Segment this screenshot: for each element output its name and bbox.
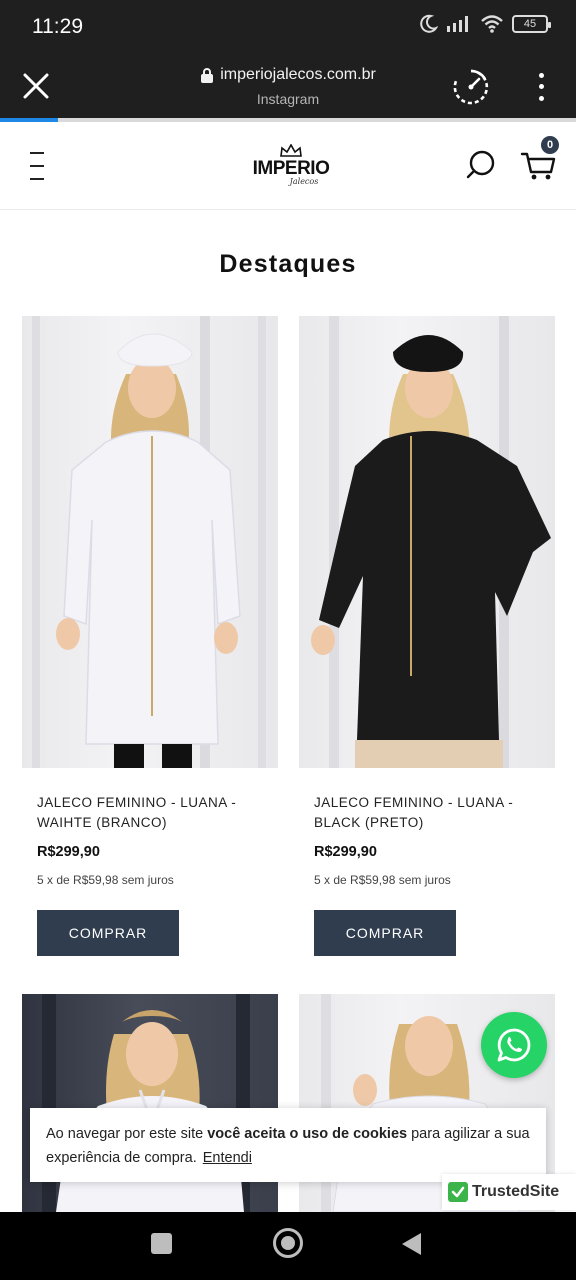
- product-price: R$299,90: [314, 844, 377, 860]
- section-title: Destaques: [219, 250, 357, 278]
- product-price: R$299,90: [37, 844, 100, 860]
- hamburger-icon: [30, 152, 44, 154]
- search-icon: [466, 150, 495, 179]
- trustedsite-badge[interactable]: TrustedSite: [442, 1174, 576, 1210]
- buy-button[interactable]: COMPRAR: [314, 910, 456, 956]
- product-image[interactable]: [299, 316, 555, 768]
- battery-icon: 45: [512, 15, 551, 33]
- model-photo: [311, 316, 551, 768]
- cart-count-badge: 0: [541, 136, 559, 154]
- wifi-icon: [481, 15, 503, 33]
- buy-button[interactable]: COMPRAR: [37, 910, 179, 956]
- whatsapp-button[interactable]: [481, 1012, 547, 1078]
- product-name[interactable]: JALECO FEMININO - LUANA - BLACK (PRETO): [314, 793, 544, 833]
- more-options-button[interactable]: [530, 70, 552, 104]
- screen: 11:29 45 imperiojalecos.com.br Instagram: [0, 0, 576, 1280]
- status-bar: 11:29 45: [0, 0, 576, 54]
- home-button[interactable]: [273, 1228, 303, 1258]
- status-time: 11:29: [32, 15, 83, 38]
- menu-button[interactable]: [30, 152, 50, 180]
- whatsapp-icon: [497, 1028, 531, 1062]
- cookie-banner: Ao navegar por este site você aceita o u…: [30, 1108, 546, 1182]
- url-text: imperiojalecos.com.br: [220, 66, 376, 83]
- cookie-accept-link[interactable]: Entendi: [203, 1150, 252, 1166]
- speed-button[interactable]: [452, 68, 490, 106]
- speedometer-icon: [453, 69, 489, 105]
- cookie-text-bold: você aceita o uso de cookies: [207, 1126, 408, 1142]
- product-card: JALECO FEMININO - LUANA - WAIHTE (BRANCO…: [22, 316, 278, 956]
- site-logo[interactable]: IMPERIO Jalecos: [248, 142, 334, 190]
- signal-icon: [447, 16, 468, 32]
- search-button[interactable]: [464, 148, 498, 182]
- product-name[interactable]: JALECO FEMININO - LUANA - WAIHTE (BRANCO…: [37, 793, 267, 833]
- browser-toolbar: imperiojalecos.com.br Instagram: [0, 54, 576, 118]
- site-header: IMPERIO Jalecos 0: [0, 122, 576, 210]
- product-installments: 5 x de R$59,98 sem juros: [314, 873, 451, 887]
- more-options-icon: [538, 73, 544, 79]
- crown-icon: [280, 144, 302, 157]
- status-icons: 45: [418, 14, 551, 34]
- product-installments: 5 x de R$59,98 sem juros: [37, 873, 174, 887]
- system-navigation-bar: [0, 1212, 576, 1280]
- checkmark-icon: [448, 1182, 468, 1202]
- cookie-text: Ao navegar por este site: [46, 1126, 208, 1142]
- product-card: JALECO FEMININO - LUANA - BLACK (PRETO) …: [299, 316, 555, 956]
- moon-icon: [420, 14, 438, 33]
- product-image[interactable]: [22, 316, 278, 768]
- back-button[interactable]: [402, 1233, 421, 1255]
- lock-icon: [201, 68, 214, 83]
- trustedsite-label: TrustedSite: [472, 1183, 560, 1200]
- recents-button[interactable]: [151, 1233, 172, 1254]
- model-photo: [32, 316, 266, 768]
